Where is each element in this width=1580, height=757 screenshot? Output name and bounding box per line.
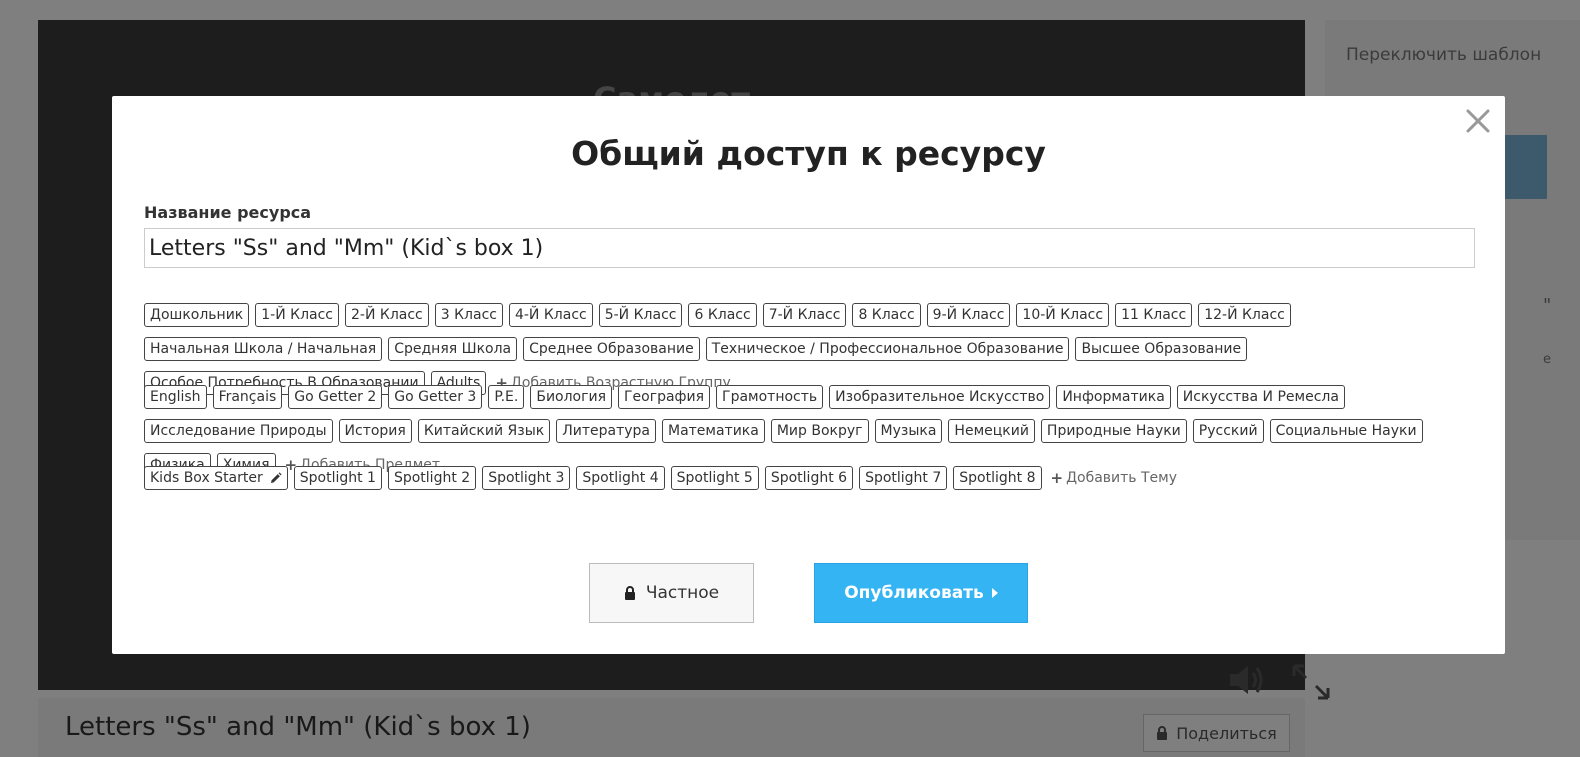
subject-tag[interactable]: Исследование Природы	[144, 419, 333, 443]
topic-tag[interactable]: Spotlight 6	[764, 466, 854, 490]
age-group-tag[interactable]: 5-Й Класс	[598, 303, 683, 327]
age-group-tags: Дошкольник 1-Й Класс 2-Й Класс 3 Класс 4…	[144, 303, 1484, 395]
subject-tag[interactable]: Музыка	[874, 419, 943, 443]
add-topic-link[interactable]: + Добавить Тему	[1051, 466, 1178, 490]
age-group-tag[interactable]: 8 Класс	[852, 303, 921, 327]
age-group-tag[interactable]: Среднее Образование	[523, 337, 700, 361]
subject-tag[interactable]: English	[144, 385, 207, 409]
subject-tag[interactable]: Русский	[1192, 419, 1264, 443]
subject-tag[interactable]: Go Getter 3	[388, 385, 483, 409]
age-group-tag[interactable]: Начальная Школа / Начальная	[144, 337, 383, 361]
subject-tag[interactable]: Немецкий	[948, 419, 1035, 443]
age-group-tag[interactable]: 12-Й Класс	[1198, 303, 1291, 327]
topic-tag[interactable]: Spotlight 4	[576, 466, 665, 490]
pencil-icon[interactable]	[269, 471, 282, 485]
subject-tag[interactable]: История	[338, 419, 412, 443]
topic-tag[interactable]: Spotlight 5	[670, 466, 759, 490]
age-group-tag[interactable]: 1-Й Класс	[255, 303, 339, 327]
subject-tag[interactable]: Китайский Язык	[417, 419, 551, 443]
subject-tag[interactable]: Природные Науки	[1040, 419, 1187, 443]
subject-tag[interactable]: Социальные Науки	[1269, 419, 1423, 443]
topic-tag-label: Kids Box Starter	[150, 470, 263, 486]
publish-button-label: Опубликовать	[844, 583, 984, 603]
subject-tag[interactable]: Грамотность	[716, 385, 824, 409]
topic-tag[interactable]: Spotlight 2	[387, 466, 477, 490]
subject-tag[interactable]: Искусства И Ремесла	[1176, 385, 1345, 409]
resource-name-label: Название ресурса	[144, 203, 312, 222]
age-group-tag[interactable]: 2-Й Класс	[345, 303, 429, 327]
private-button-label: Частное	[645, 583, 720, 603]
age-group-tag[interactable]: 11 Класс	[1115, 303, 1193, 327]
age-group-tag[interactable]: Техническое / Профессиональное Образован…	[705, 337, 1070, 361]
share-resource-modal: Общий доступ к ресурсу Название ресурса …	[112, 96, 1505, 654]
age-group-tag[interactable]: Средняя Школа	[388, 337, 518, 361]
plus-icon: +	[1050, 469, 1064, 487]
subject-tag[interactable]: Français	[212, 385, 283, 409]
topic-tags: Kids Box Starter Spotlight 1 Spotlight 2…	[144, 466, 1484, 490]
topic-tag[interactable]: Spotlight 7	[859, 466, 948, 490]
topic-tag-kids-box-starter[interactable]: Kids Box Starter	[144, 466, 288, 490]
subject-tag[interactable]: Мир Вокруг	[770, 419, 869, 443]
lock-icon	[624, 586, 635, 600]
topic-tag[interactable]: Spotlight 3	[482, 466, 571, 490]
subject-tag[interactable]: Информатика	[1056, 385, 1171, 409]
subject-tag[interactable]: P.E.	[488, 385, 525, 409]
subject-tag[interactable]: Go Getter 2	[288, 385, 383, 409]
subject-tag[interactable]: Изобразительное Искусство	[829, 385, 1051, 409]
subject-tag[interactable]: Литература	[556, 419, 656, 443]
age-group-tag[interactable]: 6 Класс	[688, 303, 757, 327]
publish-button[interactable]: Опубликовать	[814, 563, 1028, 623]
add-topic-label: Добавить Тему	[1066, 470, 1178, 486]
subject-tag[interactable]: Биология	[530, 385, 613, 409]
modal-title: Общий доступ к ресурсу	[571, 134, 1046, 173]
age-group-tag[interactable]: 3 Класс	[434, 303, 503, 327]
topic-tag[interactable]: Spotlight 1	[293, 466, 382, 490]
resource-name-input[interactable]	[144, 228, 1475, 268]
age-group-tag[interactable]: 10-Й Класс	[1016, 303, 1110, 327]
subject-tag[interactable]: География	[618, 385, 711, 409]
age-group-tag[interactable]: 4-Й Класс	[508, 303, 593, 327]
age-group-tag[interactable]: 9-Й Класс	[926, 303, 1011, 327]
subject-tags: English Français Go Getter 2 Go Getter 3…	[144, 385, 1484, 477]
topic-tag[interactable]: Spotlight 8	[953, 466, 1042, 490]
close-icon[interactable]	[1463, 106, 1493, 136]
age-group-tag[interactable]: Дошкольник	[144, 303, 250, 327]
age-group-tag[interactable]: 7-Й Класс	[762, 303, 847, 327]
caret-right-icon	[991, 588, 998, 598]
age-group-tag[interactable]: Высшее Образование	[1075, 337, 1248, 361]
private-button[interactable]: Частное	[589, 563, 754, 623]
subject-tag[interactable]: Математика	[661, 419, 765, 443]
